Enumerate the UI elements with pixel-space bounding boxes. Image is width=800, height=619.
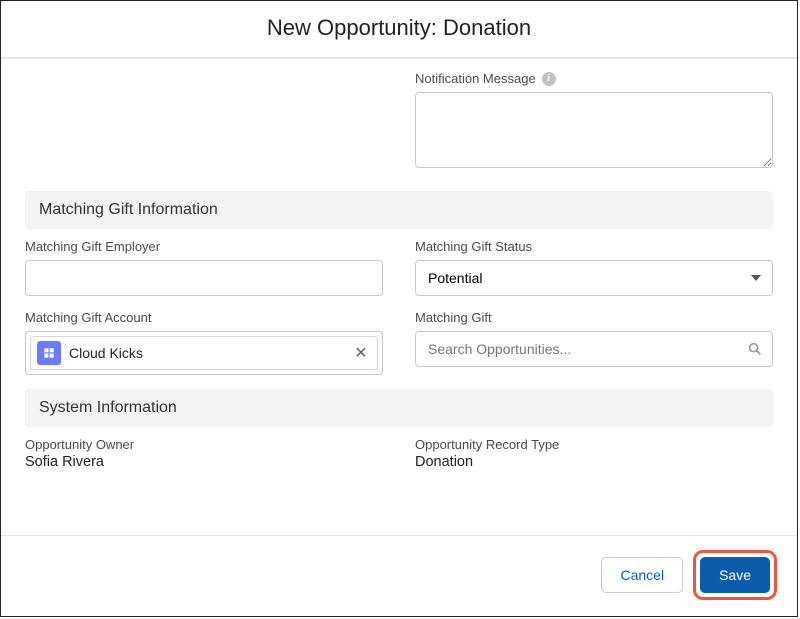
notification-label: Notification Message — [415, 71, 536, 86]
system-row: Opportunity Owner Sofia Rivera Opportuni… — [25, 437, 773, 470]
account-icon — [37, 341, 61, 365]
new-opportunity-modal: New Opportunity: Donation Notification M… — [0, 0, 798, 617]
modal-body: Notification Message i Matching Gift Inf… — [1, 59, 797, 535]
status-select[interactable]: Potential — [415, 260, 773, 296]
modal-header: New Opportunity: Donation — [1, 1, 797, 59]
account-label: Matching Gift Account — [25, 310, 383, 325]
matching-row-1: Matching Gift Employer Matching Gift Sta… — [25, 239, 773, 296]
spacer-col — [25, 71, 383, 173]
notification-textarea[interactable] — [415, 92, 773, 168]
info-icon[interactable]: i — [542, 72, 556, 86]
notification-row: Notification Message i — [25, 59, 773, 173]
matching-row-2: Matching Gift Account Cloud Kicks ✕ Matc… — [25, 310, 773, 375]
employer-label: Matching Gift Employer — [25, 239, 383, 254]
close-icon[interactable]: ✕ — [351, 343, 371, 363]
gift-search-wrap — [415, 331, 773, 367]
recordtype-label: Opportunity Record Type — [415, 437, 773, 452]
modal-footer: Cancel Save — [1, 535, 797, 616]
recordtype-value: Donation — [415, 454, 773, 470]
cancel-button[interactable]: Cancel — [601, 557, 683, 593]
account-pill: Cloud Kicks ✕ — [30, 336, 378, 370]
owner-value: Sofia Rivera — [25, 454, 383, 470]
status-value: Potential — [428, 270, 482, 286]
owner-label: Opportunity Owner — [25, 437, 383, 452]
save-highlight: Save — [693, 550, 777, 600]
notification-col: Notification Message i — [415, 71, 773, 173]
account-lookup[interactable]: Cloud Kicks ✕ — [25, 331, 383, 375]
account-pill-text: Cloud Kicks — [69, 345, 343, 361]
section-system-header: System Information — [25, 389, 773, 427]
gift-search-input[interactable] — [415, 331, 773, 367]
employer-input[interactable] — [25, 260, 383, 296]
modal-title: New Opportunity: Donation — [1, 15, 797, 41]
section-matching-header: Matching Gift Information — [25, 191, 773, 229]
chevron-down-icon — [751, 275, 761, 281]
gift-label: Matching Gift — [415, 310, 773, 325]
status-label: Matching Gift Status — [415, 239, 773, 254]
save-button[interactable]: Save — [700, 557, 770, 593]
notification-label-wrap: Notification Message i — [415, 71, 773, 86]
